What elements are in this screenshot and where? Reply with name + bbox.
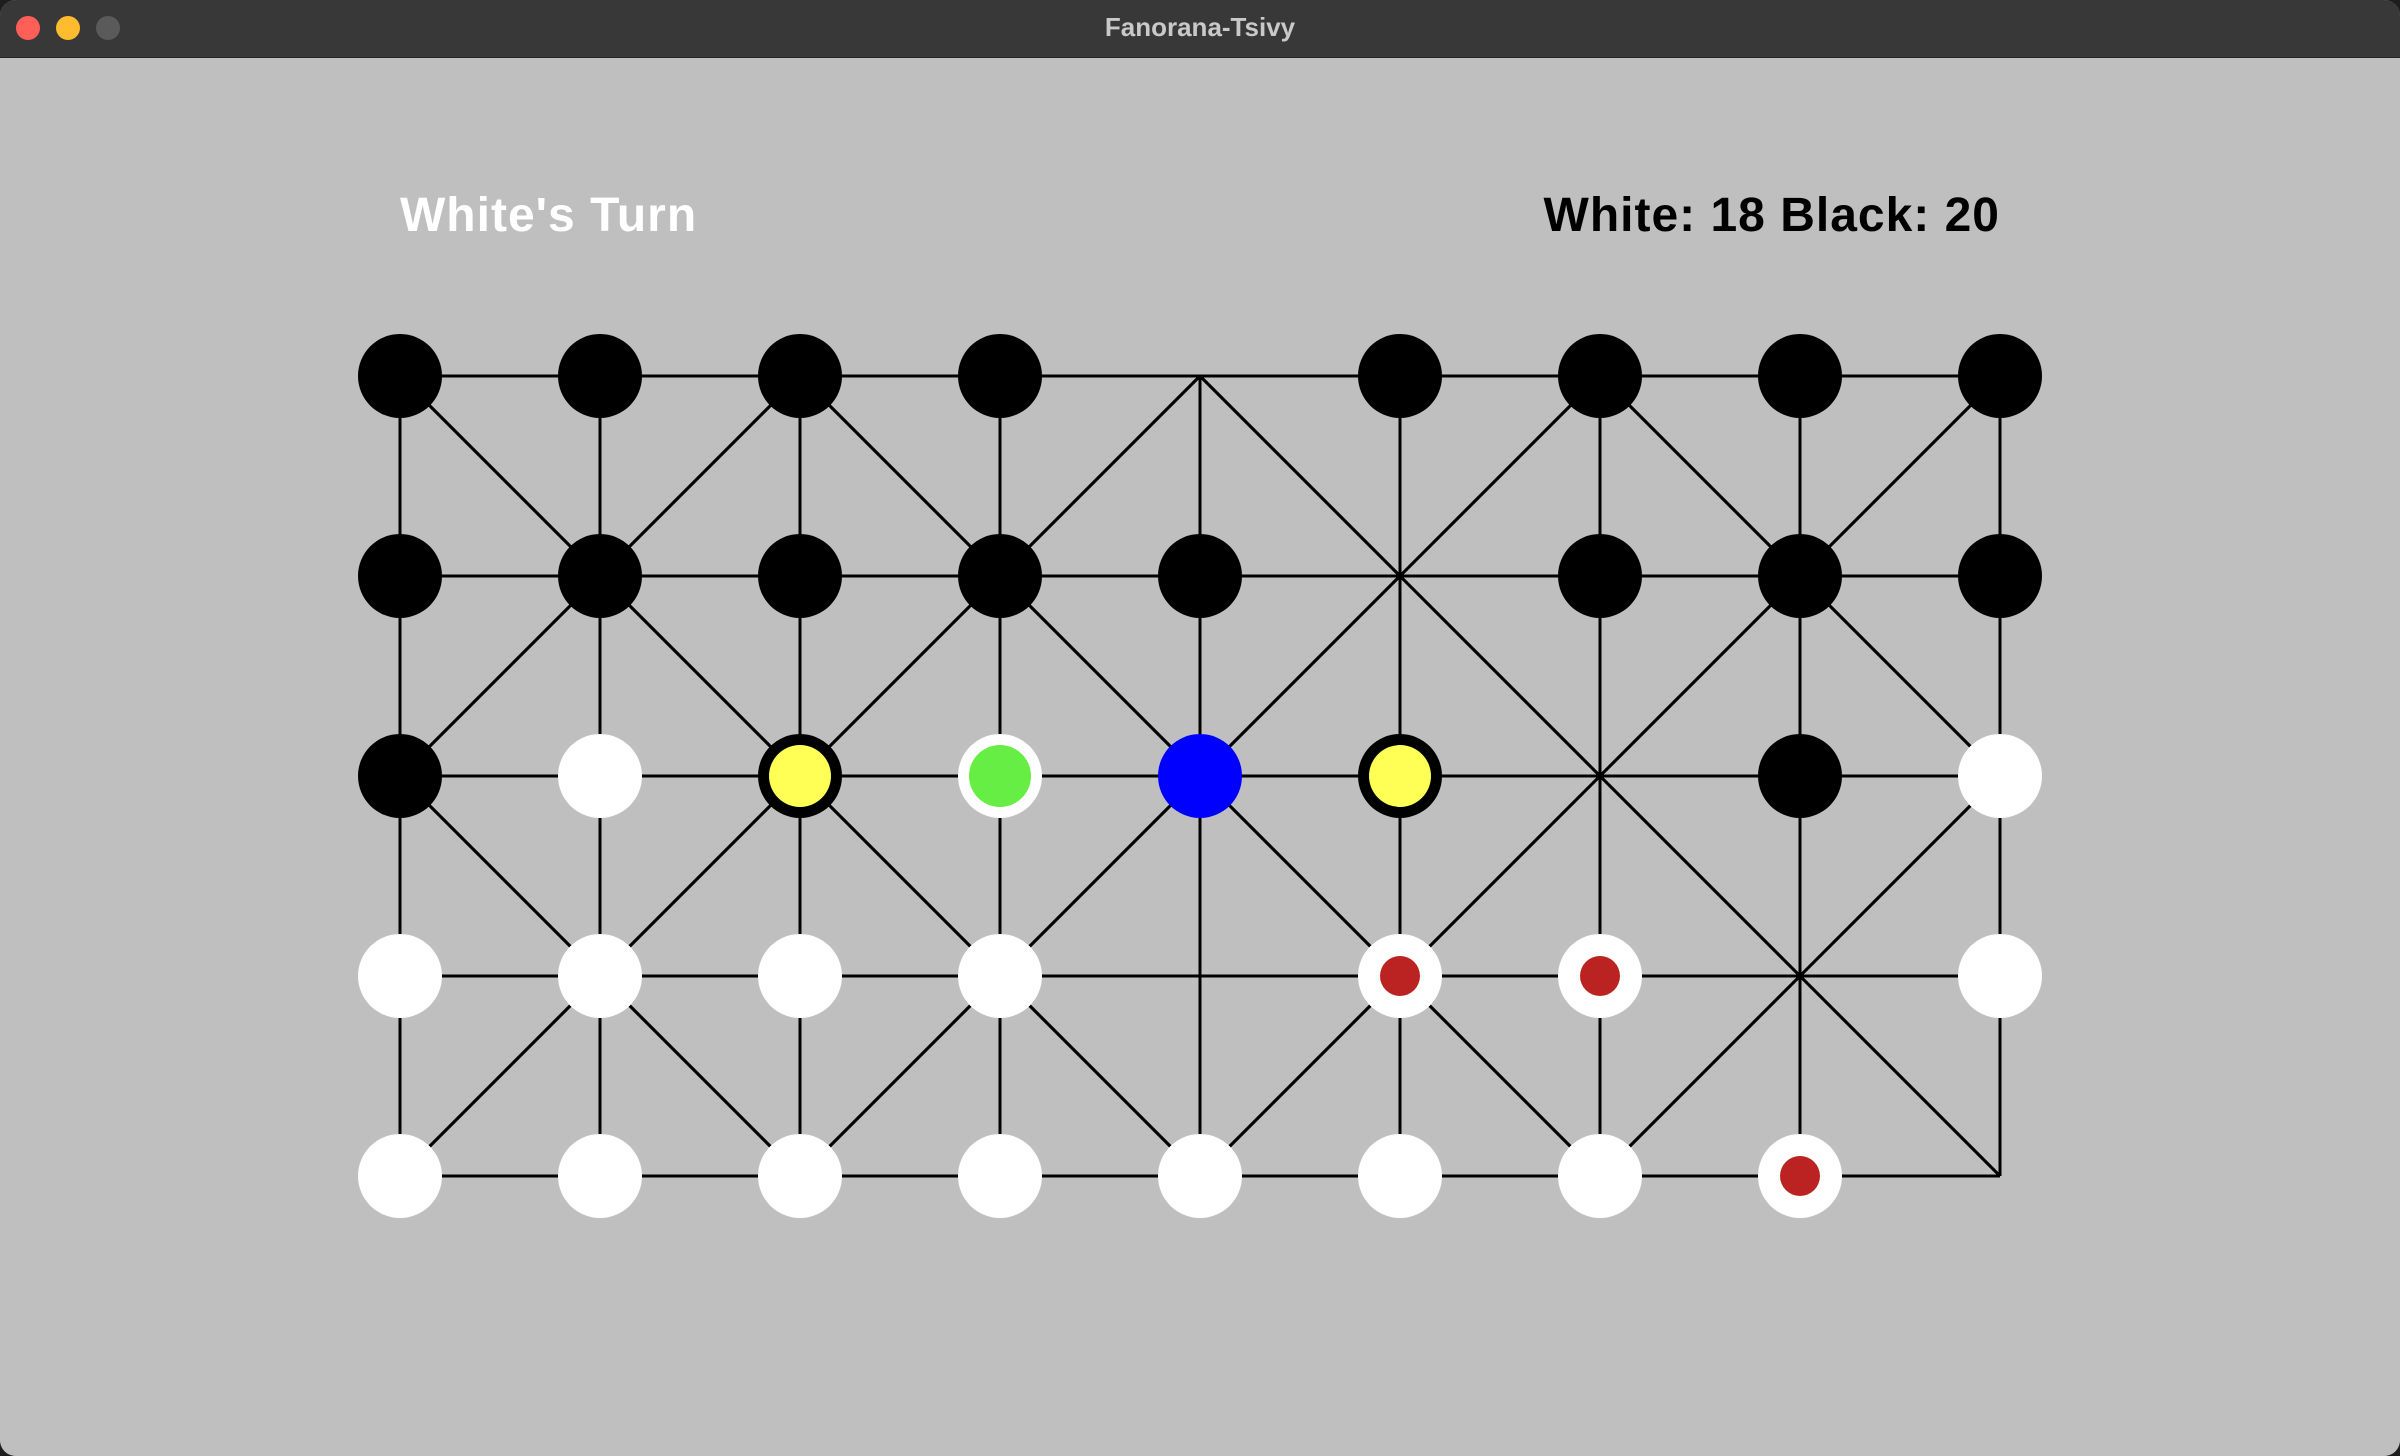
board-line-diagonal xyxy=(1198,774,1402,978)
empty-intersection[interactable] xyxy=(1970,1146,2030,1206)
empty-intersection[interactable] xyxy=(1770,946,1830,1006)
selected-piece[interactable] xyxy=(1158,734,1242,818)
board-line-diagonal xyxy=(398,374,602,578)
black-piece[interactable] xyxy=(1758,734,1842,818)
black-piece[interactable] xyxy=(558,334,642,418)
move-target-inner xyxy=(969,745,1031,807)
board-line-diagonal xyxy=(598,574,802,778)
board-line-diagonal xyxy=(798,774,1002,978)
black-piece[interactable] xyxy=(1358,334,1442,418)
board-line-diagonal xyxy=(598,374,802,578)
board-line-diagonal xyxy=(398,574,602,778)
board-line-diagonal xyxy=(1798,774,2002,978)
black-piece[interactable] xyxy=(1558,534,1642,618)
white-piece[interactable] xyxy=(558,934,642,1018)
board-line-diagonal xyxy=(1798,974,2002,1178)
white-piece[interactable] xyxy=(1558,1134,1642,1218)
board-line-diagonal xyxy=(598,974,802,1178)
board-line-diagonal xyxy=(798,974,1002,1178)
white-piece[interactable] xyxy=(958,934,1042,1018)
black-piece[interactable] xyxy=(1558,334,1642,418)
board-line-diagonal xyxy=(998,774,1202,978)
black-piece[interactable] xyxy=(1758,334,1842,418)
empty-intersection[interactable] xyxy=(1370,546,1430,606)
black-piece[interactable] xyxy=(358,334,442,418)
black-piece[interactable] xyxy=(1958,534,2042,618)
board-line-diagonal xyxy=(398,774,602,978)
black-piece[interactable] xyxy=(758,334,842,418)
game-board[interactable] xyxy=(0,58,2400,1456)
board-line-diagonal xyxy=(998,974,1202,1178)
board-line-diagonal xyxy=(1398,774,1602,978)
capture-target-inner xyxy=(1369,745,1431,807)
black-piece[interactable] xyxy=(358,534,442,618)
board-line-diagonal xyxy=(1798,374,2002,578)
board-line-diagonal xyxy=(1798,574,2002,778)
black-piece[interactable] xyxy=(1958,334,2042,418)
white-piece[interactable] xyxy=(1958,734,2042,818)
board-line-diagonal xyxy=(798,374,1002,578)
board-line-diagonal xyxy=(1398,374,1602,578)
black-piece[interactable] xyxy=(958,334,1042,418)
board-line-diagonal xyxy=(1598,574,1802,778)
white-piece[interactable] xyxy=(758,1134,842,1218)
board-line-diagonal xyxy=(1598,974,1802,1178)
empty-intersection[interactable] xyxy=(1170,946,1230,1006)
red-marker-dot xyxy=(1380,956,1420,996)
capture-target-inner xyxy=(769,745,831,807)
black-piece[interactable] xyxy=(558,534,642,618)
white-piece[interactable] xyxy=(558,1134,642,1218)
white-piece[interactable] xyxy=(958,1134,1042,1218)
board-line-diagonal xyxy=(1198,374,1402,578)
board-line-diagonal xyxy=(1398,574,1602,778)
board-line-diagonal xyxy=(1198,974,1402,1178)
black-piece[interactable] xyxy=(958,534,1042,618)
app-window: Fanorana-Tsivy White's Turn White: 18 Bl… xyxy=(0,0,2400,1456)
empty-intersection[interactable] xyxy=(1570,746,1630,806)
game-area: White's Turn White: 18 Black: 20 xyxy=(0,58,2400,1456)
board-line-diagonal xyxy=(598,774,802,978)
black-piece[interactable] xyxy=(758,534,842,618)
empty-intersection[interactable] xyxy=(1170,346,1230,406)
board-line-diagonal xyxy=(398,974,602,1178)
white-piece[interactable] xyxy=(1158,1134,1242,1218)
white-piece[interactable] xyxy=(1958,934,2042,1018)
board-line-diagonal xyxy=(1598,774,1802,978)
board-line-diagonal xyxy=(998,574,1202,778)
white-piece[interactable] xyxy=(1358,1134,1442,1218)
white-piece[interactable] xyxy=(358,934,442,1018)
board-line-diagonal xyxy=(1198,574,1402,778)
window-title: Fanorana-Tsivy xyxy=(1104,12,1296,42)
title-bar: Fanorana-Tsivy xyxy=(0,0,2400,58)
white-piece[interactable] xyxy=(358,1134,442,1218)
white-piece[interactable] xyxy=(758,934,842,1018)
black-piece[interactable] xyxy=(1158,534,1242,618)
black-piece[interactable] xyxy=(358,734,442,818)
red-marker-dot xyxy=(1580,956,1620,996)
red-marker-dot xyxy=(1780,1156,1820,1196)
board-line-diagonal xyxy=(1398,974,1602,1178)
board-line-diagonal xyxy=(1598,374,1802,578)
board-line-diagonal xyxy=(798,574,1002,778)
white-piece[interactable] xyxy=(558,734,642,818)
board-line-diagonal xyxy=(998,374,1202,578)
black-piece[interactable] xyxy=(1758,534,1842,618)
